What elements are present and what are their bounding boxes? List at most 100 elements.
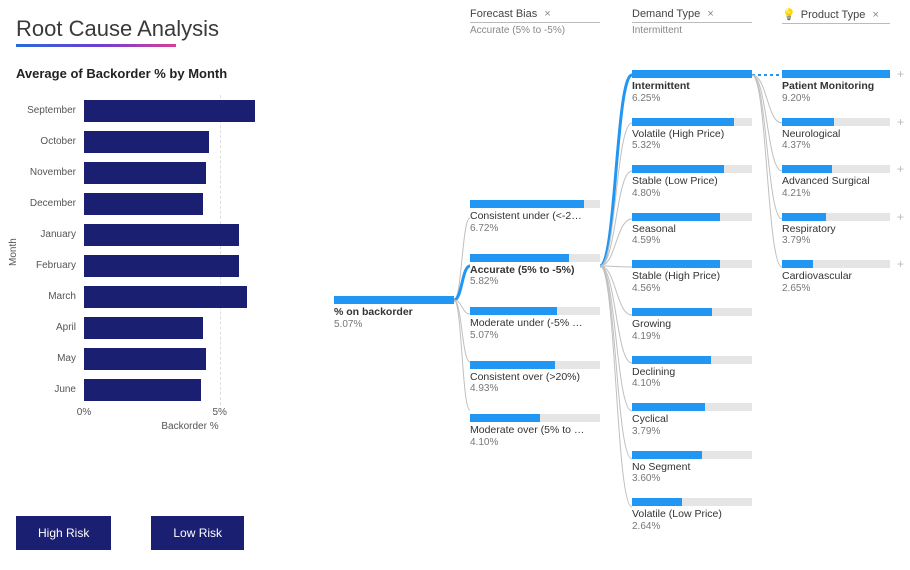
bar-category-label: April	[16, 322, 84, 333]
dim-header-product-type[interactable]: 💡 Product Type ×	[782, 8, 890, 26]
dim-header-forecast-bias[interactable]: Forecast Bias × Accurate (5% to -5%)	[470, 8, 600, 36]
tree-node[interactable]: Consistent under (<-2…6.72%	[470, 200, 600, 234]
node-value: 6.72%	[470, 223, 600, 234]
node-label: Advanced Surgical	[782, 175, 890, 188]
tree-node[interactable]: Volatile (Low Price)2.64%	[632, 498, 752, 532]
tree-node[interactable]: Cardiovascular2.65%+	[782, 260, 890, 294]
node-value: 5.07%	[334, 319, 454, 330]
expand-icon[interactable]: +	[897, 260, 904, 268]
node-value: 9.20%	[782, 93, 890, 104]
node-value: 6.25%	[632, 93, 752, 104]
bar-row[interactable]: March	[16, 281, 296, 312]
node-label: Consistent over (>20%)	[470, 371, 600, 384]
expand-icon[interactable]: +	[897, 118, 904, 126]
node-label: Moderate under (-5% …	[470, 317, 600, 330]
bar-category-label: September	[16, 105, 84, 116]
node-value: 4.59%	[632, 235, 752, 246]
node-value: 4.19%	[632, 331, 752, 342]
bar-category-label: January	[16, 229, 84, 240]
expand-icon[interactable]: +	[897, 165, 904, 173]
node-label: No Segment	[632, 461, 752, 474]
tree-node[interactable]: Accurate (5% to -5%)5.82%	[470, 254, 600, 288]
tree-node[interactable]: Advanced Surgical4.21%+	[782, 165, 890, 199]
node-value: 5.32%	[632, 140, 752, 151]
node-label: Consistent under (<-2…	[470, 210, 600, 223]
node-label: Intermittent	[632, 80, 752, 93]
tree-node[interactable]: Stable (High Price)4.56%	[632, 260, 752, 294]
x-tick-label: 5%	[212, 407, 226, 418]
bar-row[interactable]: May	[16, 343, 296, 374]
node-value: 4.10%	[470, 437, 600, 448]
tree-node[interactable]: Cyclical3.79%	[632, 403, 752, 437]
high-risk-button[interactable]: High Risk	[16, 516, 111, 550]
node-value: 3.79%	[632, 426, 752, 437]
node-label: Volatile (High Price)	[632, 128, 752, 141]
node-label: Cardiovascular	[782, 270, 890, 283]
dim-header-sub: Intermittent	[632, 25, 752, 36]
node-label: Patient Monitoring	[782, 80, 890, 93]
node-label: Stable (High Price)	[632, 270, 752, 283]
expand-icon[interactable]: +	[897, 70, 904, 78]
tree-node[interactable]: Moderate over (5% to …4.10%	[470, 414, 600, 448]
bar-category-label: June	[16, 384, 84, 395]
bar-row[interactable]: October	[16, 126, 296, 157]
tree-node[interactable]: Respiratory3.79%+	[782, 213, 890, 247]
bar-row[interactable]: November	[16, 157, 296, 188]
tree-node[interactable]: Moderate under (-5% …5.07%	[470, 307, 600, 341]
tree-node[interactable]: Consistent over (>20%)4.93%	[470, 361, 600, 395]
tree-node[interactable]: Volatile (High Price)5.32%	[632, 118, 752, 152]
bar-row[interactable]: February	[16, 250, 296, 281]
close-icon[interactable]: ×	[544, 8, 550, 20]
title-underline	[16, 44, 176, 47]
close-icon[interactable]: ×	[872, 9, 878, 21]
page-title: Root Cause Analysis	[16, 16, 894, 42]
tree-node[interactable]: Neurological4.37%+	[782, 118, 890, 152]
tree-node[interactable]: No Segment3.60%	[632, 451, 752, 485]
x-axis-label: Backorder %	[84, 421, 296, 432]
tree-node[interactable]: Declining4.10%	[632, 356, 752, 390]
bar-row[interactable]: April	[16, 312, 296, 343]
node-value: 4.80%	[632, 188, 752, 199]
node-label: % on backorder	[334, 306, 454, 319]
backorder-by-month-chart: Average of Backorder % by Month Month Se…	[16, 66, 296, 432]
bar-category-label: May	[16, 353, 84, 364]
tree-node[interactable]: Stable (Low Price)4.80%	[632, 165, 752, 199]
chart-title: Average of Backorder % by Month	[16, 66, 296, 81]
node-label: Respiratory	[782, 223, 890, 236]
bar-category-label: December	[16, 198, 84, 209]
node-label: Neurological	[782, 128, 890, 141]
tree-root-node[interactable]: % on backorder 5.07%	[334, 296, 454, 330]
dim-header-demand-type[interactable]: Demand Type × Intermittent	[632, 8, 752, 36]
bar-row[interactable]: September	[16, 95, 296, 126]
bar-row[interactable]: June	[16, 374, 296, 405]
tree-node[interactable]: Growing4.19%	[632, 308, 752, 342]
node-value: 2.65%	[782, 283, 890, 294]
dim-header-title: Forecast Bias	[470, 8, 537, 20]
node-value: 5.07%	[470, 330, 600, 341]
node-label: Volatile (Low Price)	[632, 508, 752, 521]
node-value: 4.56%	[632, 283, 752, 294]
tree-node[interactable]: Patient Monitoring9.20%+	[782, 70, 890, 104]
tree-node[interactable]: Seasonal4.59%	[632, 213, 752, 247]
node-label: Stable (Low Price)	[632, 175, 752, 188]
x-tick-label: 0%	[77, 407, 91, 418]
node-label: Declining	[632, 366, 752, 379]
bar-row[interactable]: December	[16, 188, 296, 219]
node-value: 2.64%	[632, 521, 752, 532]
close-icon[interactable]: ×	[707, 8, 713, 20]
dim-header-title: Demand Type	[632, 8, 700, 20]
node-value: 3.60%	[632, 473, 752, 484]
node-label: Seasonal	[632, 223, 752, 236]
dim-header-title: Product Type	[801, 9, 866, 21]
node-value: 5.82%	[470, 276, 600, 287]
node-value: 3.79%	[782, 235, 890, 246]
node-label: Moderate over (5% to …	[470, 424, 600, 437]
tree-node[interactable]: Intermittent6.25%	[632, 70, 752, 104]
expand-icon[interactable]: +	[897, 213, 904, 221]
lightbulb-icon: 💡	[782, 9, 796, 21]
node-label: Growing	[632, 318, 752, 331]
bar-category-label: March	[16, 291, 84, 302]
node-value: 4.10%	[632, 378, 752, 389]
bar-row[interactable]: January	[16, 219, 296, 250]
low-risk-button[interactable]: Low Risk	[151, 516, 244, 550]
